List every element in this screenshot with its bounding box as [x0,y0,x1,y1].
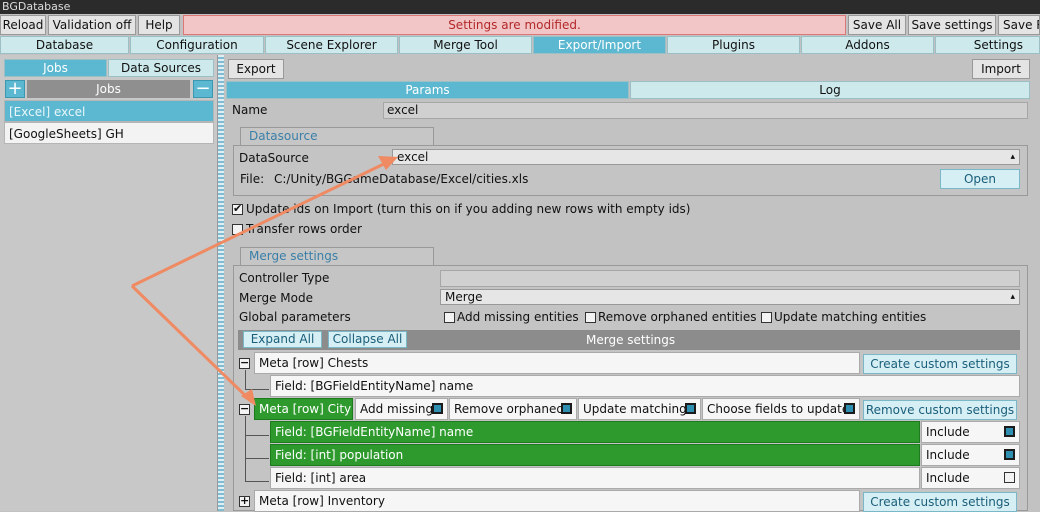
arrowhead-icon [378,156,398,170]
annotation-arrows [130,156,398,406]
arrow-icon [130,158,393,404]
